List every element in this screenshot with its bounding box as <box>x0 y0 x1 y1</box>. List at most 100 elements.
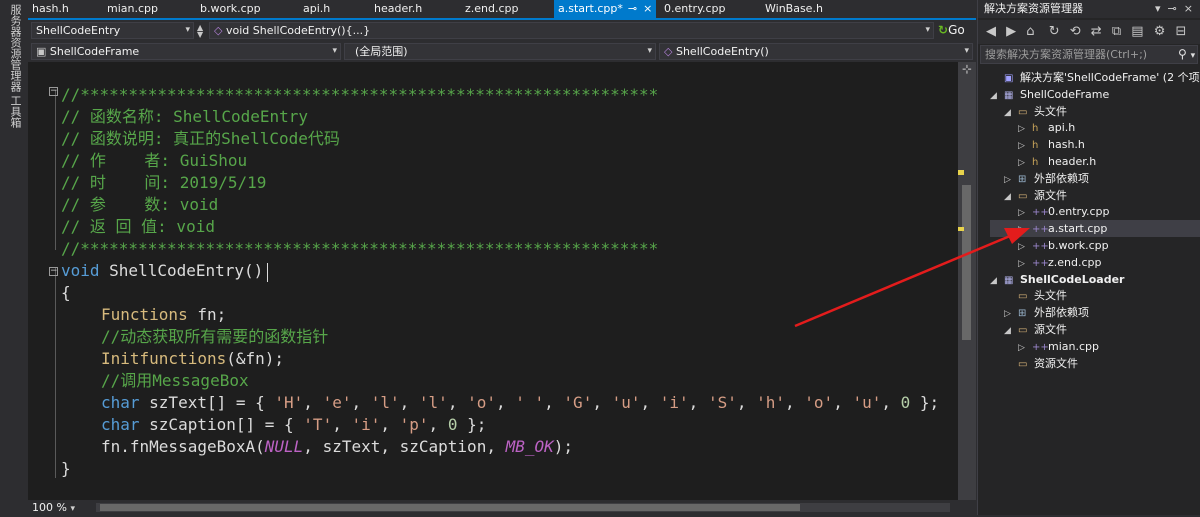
tab-mian-cpp[interactable]: mian.cpp <box>107 0 158 18</box>
char-literal: 'H' <box>274 393 304 412</box>
comment-line: // 函数名称: ShellCodeEntry <box>61 107 309 126</box>
fold-guide <box>55 268 56 478</box>
solution-search-input[interactable]: 搜索解决方案资源管理器(Ctrl+;) <box>980 45 1198 64</box>
tree-item-label: z.end.cpp <box>1048 255 1102 269</box>
global-scope-value: (全局范围) <box>355 45 408 58</box>
split-icon[interactable]: ⊹ <box>958 62 976 76</box>
tree-item[interactable]: ◢ ▭ 源文件 <box>990 187 1200 204</box>
scrollbar-thumb[interactable] <box>100 504 800 511</box>
project-dropdown[interactable]: ▣ ShellCodeFrame ▾ <box>31 43 341 60</box>
collapse-icon[interactable]: − <box>49 267 58 276</box>
navigation-bar-top: ShellCodeEntry ▾ ▲ ▼ ◇ void ShellCodeEntr… <box>28 20 976 41</box>
keyword: char <box>101 415 140 434</box>
macro: MB_OK <box>505 437 554 456</box>
show-all-files-icon[interactable]: ▤ <box>1131 24 1143 39</box>
dependencies-icon: ⊞ <box>1018 173 1027 185</box>
tree-item[interactable]: ▷ ++b.work.cpp <box>990 237 1200 254</box>
char-list: 'T', 'i', 'p', <box>303 415 448 434</box>
back-icon[interactable]: ◀ <box>986 24 996 39</box>
char-literal: 'l' <box>418 393 448 412</box>
forward-icon[interactable]: ▶ <box>1006 24 1016 39</box>
tree-item-label: 资源文件 <box>1034 356 1078 370</box>
go-arrow-icon: ↻ <box>938 23 949 37</box>
change-marker <box>958 227 964 231</box>
code-line: Initfunctions(&fn); <box>101 348 284 370</box>
tree-item-label: 源文件 <box>1034 323 1067 336</box>
server-explorer-tab[interactable]: 服务器资源管理器 <box>7 4 23 92</box>
history-icon[interactable]: ⟲ <box>1070 24 1081 39</box>
tree-item[interactable]: ▭ 头文件 <box>990 287 1200 304</box>
tree-item[interactable]: ◢ ▦ ShellCodeLoader <box>990 271 1200 288</box>
tree-item[interactable]: ▷ ++mian.cpp <box>990 338 1200 355</box>
method-icon: ◇ <box>214 24 223 37</box>
project-icon: ▦ <box>1004 274 1014 286</box>
tree-item-label: 源文件 <box>1034 188 1067 202</box>
solution-explorer-toolbar: ◀ ▶ ⌂ ↻ ⟲ ⇄ ⧉ ▤ ⚙ ⊟ <box>978 20 1200 44</box>
tab-header-h[interactable]: header.h <box>374 0 422 18</box>
chevron-down-icon: ▾ <box>332 46 337 56</box>
array-decl: szText[] = { <box>139 393 275 412</box>
tab-z-end-cpp[interactable]: z.end.cpp <box>465 0 519 18</box>
close-brace: } <box>61 459 71 478</box>
tree-item[interactable]: ▣ 解决方案'ShellCodeFrame' (2 个项目) <box>990 69 1200 86</box>
tab-0-entry-cpp[interactable]: 0.entry.cpp <box>664 0 726 18</box>
char-literal: 'h' <box>756 393 786 412</box>
collapse-all-icon[interactable]: ⧉ <box>1112 24 1121 39</box>
dropdown-icon[interactable]: ▾ <box>1155 2 1161 15</box>
sync-icon[interactable]: ↻ <box>1049 24 1060 39</box>
properties-icon[interactable]: ⚙ <box>1154 24 1166 39</box>
dependencies-icon: ⊞ <box>1018 308 1027 320</box>
fold-guide <box>55 90 56 250</box>
close-icon[interactable]: × <box>643 2 652 15</box>
tree-item[interactable]: ▷ ++z.end.cpp <box>990 254 1200 271</box>
cpp-file-icon: ++ <box>1032 207 1049 219</box>
tree-item[interactable]: ▭ 资源文件 <box>990 355 1200 372</box>
tab-a-start-cpp-label: a.start.cpp* <box>558 2 623 15</box>
preview-icon[interactable]: ⊟ <box>1176 24 1187 39</box>
toolbox-tab[interactable]: 工具箱 <box>7 95 23 128</box>
code-line: char szCaption[] = { 'T', 'i', 'p', 0 }; <box>101 414 486 436</box>
member-dropdown[interactable]: ◇ void ShellCodeEntry(){...} ▾ <box>209 22 934 39</box>
zoom-dropdown[interactable]: 100 % ▾ <box>32 500 75 515</box>
panel-title-buttons: ▾ ⊸ × <box>1155 0 1193 18</box>
function-dropdown[interactable]: ◇ ShellCodeEntry() ▾ <box>659 43 973 60</box>
tree-item[interactable]: ◢ ▭ 源文件 <box>990 321 1200 338</box>
tab-api-h[interactable]: api.h <box>303 0 330 18</box>
tab-winbase-h[interactable]: WinBase.h <box>765 0 823 18</box>
project-dropdown-value: ShellCodeFrame <box>49 45 140 58</box>
folder-icon: ▭ <box>1018 358 1028 370</box>
tree-item[interactable]: ▷ h api.h <box>990 119 1200 136</box>
comment-line: //**************************************… <box>61 85 659 104</box>
updown-arrows-icon[interactable]: ▲ ▼ <box>197 24 203 39</box>
tree-item[interactable]: ▷ h header.h <box>990 153 1200 170</box>
char-literal: 'o' <box>804 393 834 412</box>
macro: NULL <box>264 437 304 456</box>
search-icon[interactable]: ⚲ ▾ <box>1178 45 1195 64</box>
tree-item[interactable]: ◢ ▦ ShellCodeFrame <box>990 86 1200 103</box>
tree-item[interactable]: ▷ ++0.entry.cpp <box>990 203 1200 220</box>
tab-hash-h[interactable]: hash.h <box>32 0 69 18</box>
tree-item[interactable]: ▷ ⊞ 外部依赖项 <box>990 170 1200 187</box>
tree-item[interactable]: ▷ ⊞ 外部依赖项 <box>990 304 1200 321</box>
pin-icon[interactable]: ⊸ <box>1168 2 1177 15</box>
change-marker <box>958 170 964 175</box>
tab-b-work-cpp[interactable]: b.work.cpp <box>200 0 261 18</box>
refresh-icon[interactable]: ⇄ <box>1091 24 1102 39</box>
go-button[interactable]: ↻Go <box>938 22 965 39</box>
collapse-icon[interactable]: − <box>49 87 58 96</box>
tree-item[interactable]: ▷ ++a.start.cpp <box>990 220 1200 238</box>
pin-icon[interactable]: ⊸ <box>628 2 637 15</box>
number-literal: 0 <box>900 393 911 412</box>
scrollbar-thumb[interactable] <box>962 185 971 340</box>
global-scope-dropdown[interactable]: (全局范围) ▾ <box>344 43 656 60</box>
comment-line: // 参 数: void <box>61 195 219 214</box>
member-dropdown-value: void ShellCodeEntry(){...} <box>225 24 371 37</box>
home-icon[interactable]: ⌂ <box>1026 24 1034 39</box>
tree-item[interactable]: ▷ h hash.h <box>990 136 1200 153</box>
char-literal: 'l' <box>370 393 400 412</box>
tab-a-start-cpp[interactable]: a.start.cpp* ⊸ × <box>554 0 657 18</box>
close-icon[interactable]: × <box>1184 2 1193 15</box>
code-line: fn.fnMessageBoxA(NULL, szText, szCaption… <box>101 436 573 458</box>
tree-item[interactable]: ◢ ▭ 头文件 <box>990 103 1200 120</box>
scope-dropdown[interactable]: ShellCodeEntry ▾ <box>31 22 194 39</box>
